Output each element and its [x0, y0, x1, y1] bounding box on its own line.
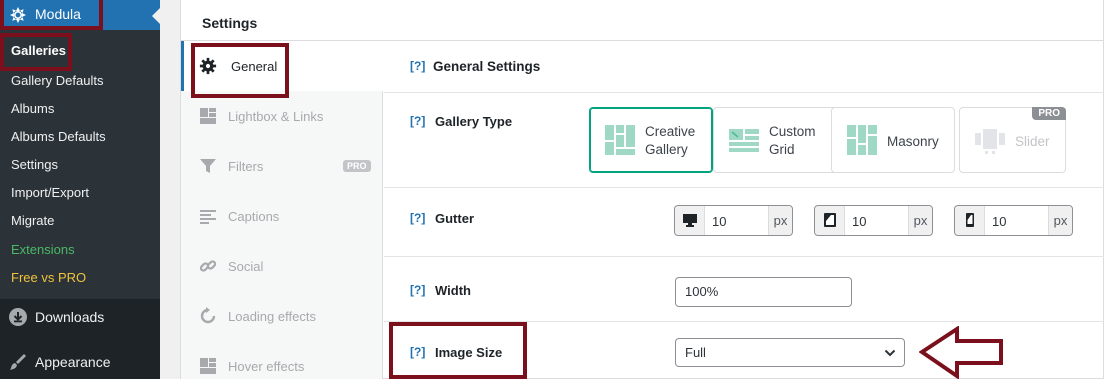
gutter-tablet-unit: px [908, 206, 932, 235]
submenu-migrate[interactable]: Migrate [11, 213, 54, 228]
appearance-menu-item[interactable]: Appearance [0, 343, 160, 379]
tablet-icon [824, 213, 836, 227]
gutter-label: Gutter [435, 211, 474, 226]
submenu-import-export[interactable]: Import/Export [11, 185, 89, 200]
width-label: Width [435, 283, 471, 298]
gallery-type-custom-grid[interactable]: Custom Grid [713, 107, 837, 173]
tab-hover-effects[interactable]: Hover effects [181, 341, 383, 379]
current-menu-arrow [152, 8, 160, 24]
submenu-settings[interactable]: Settings [11, 157, 58, 172]
chevron-down-icon [884, 349, 896, 357]
admin-sidebar: Modula Galleries Gallery Defaults Albums… [0, 0, 160, 379]
gallery-type-label: Gallery Type [435, 114, 513, 129]
grid-icon [200, 358, 216, 374]
tab-social[interactable]: Social [181, 241, 383, 291]
gutter-tablet-value: 10 [852, 214, 867, 229]
tab-social-label: Social [228, 259, 264, 274]
divider [384, 92, 1104, 93]
submenu-albums-defaults[interactable]: Albums Defaults [11, 129, 106, 144]
submenu-free-vs-pro[interactable]: Free vs PRO [11, 270, 86, 285]
download-icon [9, 308, 27, 326]
appearance-label: Appearance [35, 354, 111, 370]
downloads-menu-item[interactable]: Downloads [0, 298, 160, 336]
link-icon [199, 260, 217, 272]
gallery-type-slider[interactable]: Slider PRO [959, 107, 1066, 173]
image-size-value: Full [685, 345, 706, 360]
gallery-type-masonry[interactable]: Masonry [831, 107, 955, 173]
tab-captions-label: Captions [228, 209, 280, 224]
help-marker[interactable]: [?] [410, 114, 425, 128]
section-title: General Settings [433, 59, 541, 74]
pro-badge: PRO [1032, 107, 1066, 120]
downloads-label: Downloads [35, 309, 105, 325]
gutter-mobile-input[interactable]: 10 px [954, 205, 1073, 236]
slider-icon [975, 129, 1005, 154]
highlight-galleries [0, 33, 72, 71]
width-input[interactable]: 100% [675, 277, 852, 307]
creative-gallery-label-line2: Gallery [645, 142, 688, 157]
desktop-icon [683, 214, 697, 227]
divider [384, 256, 1104, 257]
gutter-desktop-input[interactable]: 10 px [674, 205, 793, 236]
tab-lightbox-label: Lightbox & Links [228, 109, 324, 124]
divider [384, 187, 1104, 188]
gutter-desktop-value: 10 [712, 214, 727, 229]
help-marker[interactable]: [?] [410, 283, 425, 297]
masonry-label: Masonry [887, 134, 939, 149]
masonry-icon [847, 125, 877, 155]
tab-captions[interactable]: Captions [181, 191, 383, 241]
custom-grid-label-line2: Grid [769, 142, 795, 157]
gutter-mobile-value: 10 [992, 214, 1007, 229]
custom-grid-icon [729, 129, 759, 152]
tab-hover-label: Hover effects [228, 359, 305, 374]
settings-panel: Settings General Lightbox & Links Filter… [180, 0, 1104, 379]
help-marker[interactable]: [?] [410, 211, 425, 225]
submenu-albums[interactable]: Albums [11, 101, 54, 116]
lightbox-icon [200, 108, 216, 124]
gallery-type-creative[interactable]: Creative Gallery [589, 107, 713, 173]
pro-badge: PRO [343, 160, 371, 172]
device-desktop [675, 206, 705, 235]
creative-gallery-icon [605, 125, 635, 155]
highlight-modula [0, 0, 103, 30]
submenu-extensions[interactable]: Extensions [11, 242, 75, 257]
device-mobile [955, 206, 985, 235]
paintbrush-icon [10, 354, 26, 370]
custom-grid-label-line1: Custom [769, 124, 816, 139]
gutter-desktop-unit: px [768, 206, 792, 235]
highlight-image-size [389, 322, 527, 379]
mobile-icon [966, 213, 974, 227]
refresh-icon [200, 307, 216, 324]
tab-filters-label: Filters [228, 159, 264, 174]
tab-lightbox-links[interactable]: Lightbox & Links [181, 91, 383, 141]
captions-icon [200, 210, 216, 224]
tab-loading-label: Loading effects [228, 309, 316, 324]
tab-filters[interactable]: Filters PRO [181, 141, 383, 191]
slider-label: Slider [1015, 134, 1050, 149]
highlight-general-tab [191, 43, 289, 98]
image-size-select[interactable]: Full [675, 338, 905, 367]
device-tablet [815, 206, 845, 235]
settings-title: Settings [202, 15, 258, 31]
gutter-mobile-unit: px [1048, 206, 1072, 235]
help-marker[interactable]: [?] [410, 59, 425, 73]
submenu-gallery-defaults[interactable]: Gallery Defaults [11, 73, 103, 88]
creative-gallery-label-line1: Creative [645, 124, 696, 139]
filter-icon [200, 159, 216, 173]
gutter-tablet-input[interactable]: 10 px [814, 205, 933, 236]
pointer-arrow [919, 326, 1003, 379]
tab-loading-effects[interactable]: Loading effects [181, 291, 383, 341]
